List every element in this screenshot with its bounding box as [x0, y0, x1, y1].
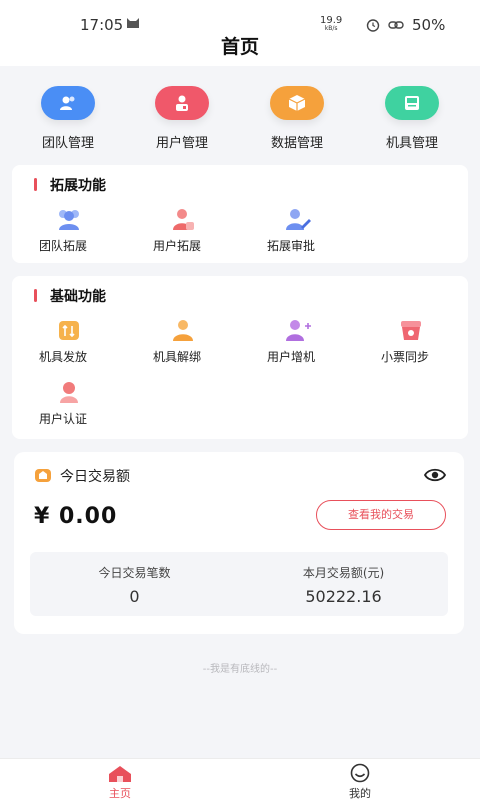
device-distribute-label: 机具发放 [39, 350, 88, 364]
user-verify-icon [60, 382, 78, 403]
user-verify-button[interactable]: 用户认证 [12, 380, 126, 427]
network-speed-unit: kB/s [324, 25, 338, 32]
user-add-device-button[interactable]: 用户增机 [240, 318, 354, 365]
transaction-card: 今日交易额 ¥ 0.00 查看我的交易 今日交易笔数 0 本月交易额(元) 50… [14, 452, 464, 634]
month-amount-value: 50222.16 [305, 587, 382, 606]
tab-mine-label: 我的 [349, 787, 371, 800]
today-count-value: 0 [129, 587, 140, 606]
wallet-icon [35, 469, 51, 482]
user-manage-button[interactable]: 用户管理 [122, 86, 242, 151]
user-extend-icon [173, 209, 194, 230]
team-manage-button[interactable]: 团队管理 [8, 86, 128, 151]
extend-approval-label: 拓展审批 [267, 239, 316, 253]
team-manage-label: 团队管理 [41, 136, 94, 151]
team-extend-icon [59, 210, 79, 230]
user-add-device-label: 用户增机 [267, 350, 316, 364]
user-manage-label: 用户管理 [155, 136, 208, 151]
receipt-sync-button[interactable]: 小票同步 [354, 318, 468, 365]
pos-icon [385, 86, 439, 120]
today-amount: ¥ 0.00 [34, 504, 118, 529]
receipt-sync-label: 小票同步 [381, 350, 430, 364]
today-count-stat: 今日交易笔数 0 [30, 564, 239, 606]
tab-mine[interactable]: 我的 [330, 763, 390, 800]
distribute-icon [59, 321, 79, 340]
team-extend-button[interactable]: 团队拓展 [12, 207, 126, 254]
network-speed-value: 19.9 [320, 15, 343, 26]
extend-section-title: 拓展功能 [34, 175, 106, 195]
extend-approval-button[interactable]: 拓展审批 [240, 207, 354, 254]
approval-icon [286, 209, 311, 230]
tab-home[interactable]: 主页 [90, 763, 150, 800]
data-manage-button[interactable]: 数据管理 [237, 86, 357, 151]
transaction-stats: 今日交易笔数 0 本月交易额(元) 50222.16 [30, 552, 448, 616]
unbind-icon [173, 320, 193, 341]
team-extend-label: 团队拓展 [39, 239, 88, 253]
basic-section-title: 基础功能 [34, 286, 106, 306]
top-actions: 团队管理 用户管理 数据管理 机具管理 [0, 86, 480, 152]
status-bar: 17:05 19.9 kB/s 50% 首页 [0, 0, 480, 66]
smiley-icon [350, 763, 370, 783]
page-title: 首页 [220, 36, 259, 58]
user-manage-icon [155, 86, 209, 120]
device-manage-button[interactable]: 机具管理 [352, 86, 472, 151]
device-distribute-button[interactable]: 机具发放 [12, 318, 126, 365]
user-verify-label: 用户认证 [39, 412, 88, 426]
team-icon [41, 86, 95, 120]
tab-home-label: 主页 [109, 787, 131, 800]
device-unbind-label: 机具解绑 [153, 350, 202, 364]
basic-section: 基础功能 机具发放 机具解绑 用户增机 小票同步 用户认证 [12, 276, 468, 439]
user-extend-button[interactable]: 用户拓展 [126, 207, 240, 254]
end-of-list-note: --我是有底线的-- [202, 664, 278, 675]
data-box-icon [270, 86, 324, 120]
month-amount-label: 本月交易额(元) [302, 566, 385, 580]
today-count-label: 今日交易笔数 [98, 566, 171, 580]
alarm-icon [366, 19, 380, 32]
view-my-transactions-button[interactable]: 查看我的交易 [316, 500, 446, 530]
data-manage-label: 数据管理 [270, 136, 323, 151]
device-unbind-button[interactable]: 机具解绑 [126, 318, 240, 365]
user-add-device-icon [286, 320, 311, 341]
extend-section: 拓展功能 团队拓展 用户拓展 拓展审批 [12, 165, 468, 263]
transaction-title: 今日交易额 [60, 469, 130, 485]
user-extend-label: 用户拓展 [153, 239, 202, 253]
month-amount-stat: 本月交易额(元) 50222.16 [239, 564, 448, 606]
device-manage-label: 机具管理 [385, 136, 438, 151]
home-icon [109, 766, 131, 782]
bottom-tab-bar: 主页 我的 [0, 758, 480, 800]
eye-icon[interactable] [424, 467, 446, 483]
receipt-sync-icon [401, 321, 421, 340]
network-speed: 19.9 kB/s [320, 15, 343, 33]
cat-notification-icon [127, 18, 139, 28]
link-icon [388, 21, 404, 29]
